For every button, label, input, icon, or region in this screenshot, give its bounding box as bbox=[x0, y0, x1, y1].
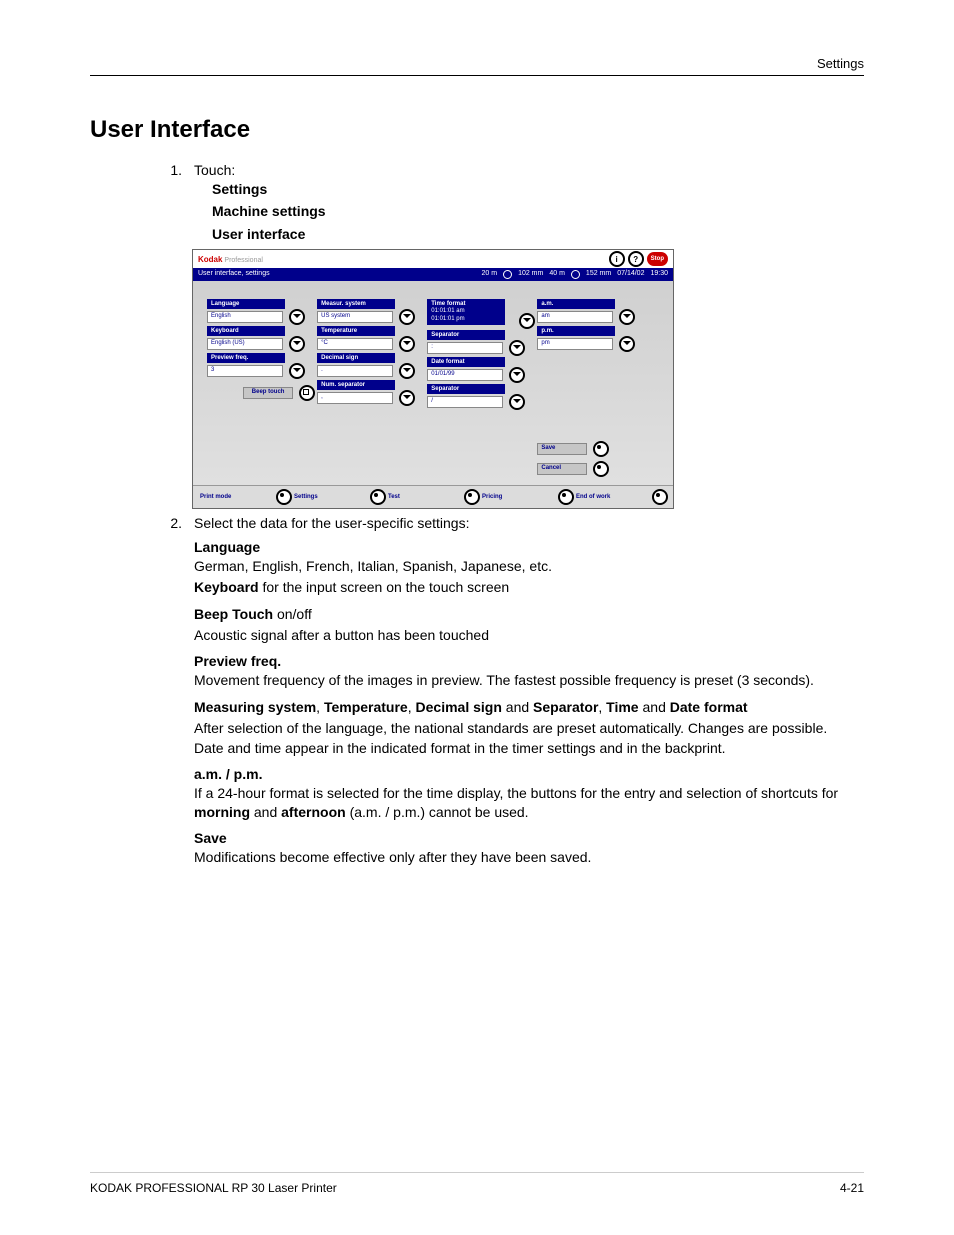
label-decimal: Decimal sign bbox=[317, 353, 395, 363]
step2-prompt: Select the data for the user-specific se… bbox=[194, 515, 469, 531]
dropdown-datesep[interactable] bbox=[509, 394, 525, 410]
ui-screenshot: Kodak Professional i ? Stop User interfa… bbox=[192, 249, 674, 509]
bar-date: 07/14/02 bbox=[617, 270, 644, 279]
dropdown-numsep[interactable] bbox=[399, 390, 415, 406]
label-preview: Preview freq. bbox=[207, 353, 285, 363]
dropdown-preview[interactable] bbox=[289, 363, 305, 379]
desc-preview-p: Movement frequency of the images in prev… bbox=[194, 671, 864, 690]
bar-title: User interface, settings bbox=[198, 270, 270, 279]
footer-left: KODAK PROFESSIONAL RP 30 Laser Printer bbox=[90, 1181, 337, 1195]
save-button[interactable]: Save bbox=[537, 443, 587, 455]
dropdown-decimal[interactable] bbox=[399, 363, 415, 379]
dropdown-dateformat[interactable] bbox=[509, 367, 525, 383]
footer-print-mode[interactable]: Print mode bbox=[198, 489, 292, 505]
footer-end-of-work[interactable]: End of work bbox=[574, 489, 668, 505]
value-dateformat: 01/01/99 bbox=[427, 369, 503, 381]
step2-number: 2. bbox=[160, 515, 182, 531]
beep-touch-button[interactable]: Beep touch bbox=[243, 387, 293, 399]
footer-right: 4-21 bbox=[840, 1181, 864, 1195]
desc-beep-p: Acoustic signal after a button has been … bbox=[194, 626, 864, 645]
roll2-icon bbox=[571, 270, 580, 279]
touch-item-ui: User interface bbox=[212, 223, 864, 245]
roll1-width: 102 mm bbox=[518, 270, 543, 279]
footer-pricing-icon bbox=[558, 489, 574, 505]
value-datesep: / bbox=[427, 396, 503, 408]
value-preview: 3 bbox=[207, 365, 283, 377]
desc-language-h: Language bbox=[194, 539, 864, 555]
save-radio-icon[interactable] bbox=[593, 441, 609, 457]
value-decimal: . bbox=[317, 365, 393, 377]
value-temperature: °C bbox=[317, 338, 393, 350]
cancel-radio-icon[interactable] bbox=[593, 461, 609, 477]
dropdown-pm[interactable] bbox=[619, 336, 635, 352]
cancel-button[interactable]: Cancel bbox=[537, 463, 587, 475]
page-title: User Interface bbox=[90, 116, 864, 144]
footer-settings[interactable]: Settings bbox=[292, 489, 386, 505]
desc-keyboard: Keyboard for the input screen on the tou… bbox=[194, 578, 864, 597]
label-timesep: Separator bbox=[427, 330, 505, 340]
value-language: English bbox=[207, 311, 283, 323]
label-dateformat: Date format bbox=[427, 357, 505, 367]
help-icon[interactable]: ? bbox=[628, 251, 644, 267]
label-datesep: Separator bbox=[427, 384, 505, 394]
footer-pricing[interactable]: Pricing bbox=[480, 489, 574, 505]
desc-beep-h: Beep Touch on/off bbox=[194, 605, 864, 624]
desc-formatting-h: Measuring system, Temperature, Decimal s… bbox=[194, 698, 864, 717]
dropdown-language[interactable] bbox=[289, 309, 305, 325]
footer-end-icon bbox=[652, 489, 668, 505]
roll1-len: 20 m bbox=[482, 270, 498, 279]
info-icon[interactable]: i bbox=[609, 251, 625, 267]
desc-ampm-p: If a 24-hour format is selected for the … bbox=[194, 784, 864, 822]
value-keyboard: English (US) bbox=[207, 338, 283, 350]
dropdown-timesep[interactable] bbox=[509, 340, 525, 356]
roll1-icon bbox=[503, 270, 512, 279]
footer-print-icon bbox=[276, 489, 292, 505]
label-measure: Measur. system bbox=[317, 299, 395, 309]
label-temperature: Temperature bbox=[317, 326, 395, 336]
value-am: am bbox=[537, 311, 613, 323]
label-keyboard: Keyboard bbox=[207, 326, 285, 336]
value-numsep: , bbox=[317, 392, 393, 404]
footer-test-icon bbox=[464, 489, 480, 505]
step1-number: 1. bbox=[160, 162, 182, 245]
dropdown-timeformat[interactable] bbox=[519, 313, 535, 329]
label-pm: p.m. bbox=[537, 326, 615, 336]
desc-formatting-p2: Date and time appear in the indicated fo… bbox=[194, 739, 864, 758]
brand-label: Kodak Professional bbox=[198, 255, 263, 264]
desc-preview-h: Preview freq. bbox=[194, 653, 864, 669]
touch-item-settings: Settings bbox=[212, 178, 864, 200]
roll2-len: 40 m bbox=[549, 270, 565, 279]
header-section: Settings bbox=[817, 56, 864, 71]
dropdown-keyboard[interactable] bbox=[289, 336, 305, 352]
value-measure: US system bbox=[317, 311, 393, 323]
step1-prompt: Touch: bbox=[194, 162, 235, 178]
roll2-width: 152 mm bbox=[586, 270, 611, 279]
desc-save-h: Save bbox=[194, 830, 864, 846]
footer-test[interactable]: Test bbox=[386, 489, 480, 505]
label-numsep: Num. separator bbox=[317, 380, 395, 390]
desc-formatting-p1: After selection of the language, the nat… bbox=[194, 719, 864, 738]
dropdown-measure[interactable] bbox=[399, 309, 415, 325]
stop-button[interactable]: Stop bbox=[647, 252, 668, 266]
dropdown-temperature[interactable] bbox=[399, 336, 415, 352]
desc-language-p: German, English, French, Italian, Spanis… bbox=[194, 557, 864, 576]
value-timesep: : bbox=[427, 342, 503, 354]
footer-settings-icon bbox=[370, 489, 386, 505]
touch-item-machine: Machine settings bbox=[212, 200, 864, 222]
bar-time: 19:30 bbox=[650, 270, 668, 279]
beep-touch-toggle[interactable] bbox=[299, 385, 315, 401]
label-language: Language bbox=[207, 299, 285, 309]
desc-ampm-h: a.m. / p.m. bbox=[194, 766, 864, 782]
dropdown-am[interactable] bbox=[619, 309, 635, 325]
label-am: a.m. bbox=[537, 299, 615, 309]
desc-save-p: Modifications become effective only afte… bbox=[194, 848, 864, 867]
value-pm: pm bbox=[537, 338, 613, 350]
